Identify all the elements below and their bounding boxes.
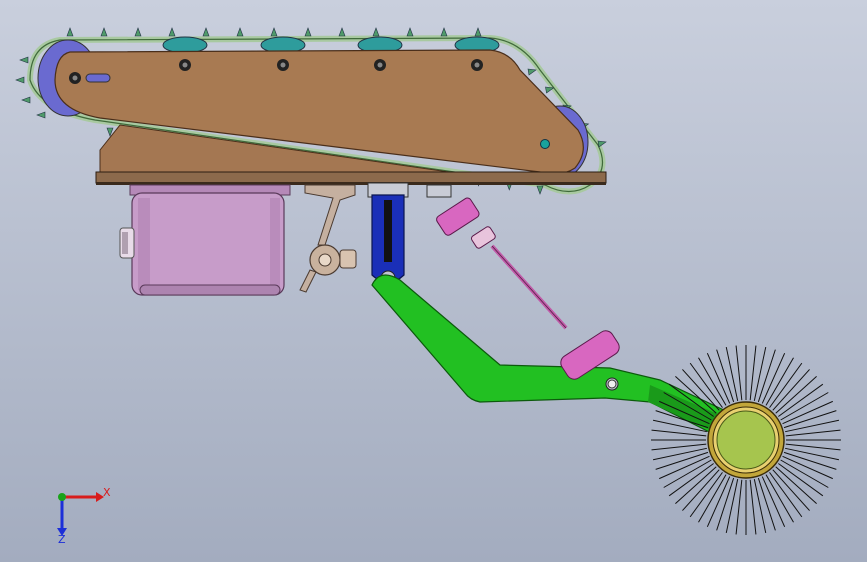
bristle <box>735 345 743 401</box>
bristle <box>735 479 743 535</box>
axle-pin <box>540 139 550 149</box>
bristle <box>778 463 824 497</box>
track-cleat <box>372 27 380 37</box>
track-cleat <box>474 27 482 37</box>
track-cleat <box>440 27 448 37</box>
track-cleat <box>19 56 29 64</box>
slide-slot <box>384 200 392 262</box>
track-cleat <box>338 27 346 37</box>
coordinate-triad: X Z <box>57 486 111 546</box>
bristle <box>769 472 803 518</box>
track-cleat <box>15 76 25 84</box>
track-assembly[interactable] <box>15 27 607 195</box>
bristle <box>775 466 817 504</box>
pivot-bracket[interactable] <box>299 184 357 293</box>
bristle <box>785 419 840 433</box>
bristle <box>682 469 720 511</box>
track-cleat <box>597 140 607 148</box>
z-axis-label: Z <box>58 533 66 546</box>
track-cleat <box>304 27 312 37</box>
base-plate[interactable] <box>95 171 607 184</box>
tensioner-slot <box>85 73 111 83</box>
track-cleat <box>100 27 108 37</box>
bristle <box>725 479 739 534</box>
bristle <box>772 369 810 411</box>
bristle <box>668 463 714 497</box>
bristle <box>785 429 841 437</box>
bristle <box>652 447 707 461</box>
motor-body[interactable] <box>131 192 285 296</box>
bristle <box>769 362 803 408</box>
bristle <box>778 383 824 417</box>
bristle <box>785 443 841 451</box>
track-cleat <box>202 27 210 37</box>
assembly-view[interactable]: X Z <box>0 0 867 562</box>
track-cleat <box>66 27 74 37</box>
track-cleat <box>527 68 537 76</box>
bristle <box>675 466 717 504</box>
bristle <box>749 479 757 535</box>
track-cleat <box>21 96 31 104</box>
bristle <box>749 345 757 401</box>
road-wheel <box>162 36 208 54</box>
x-axis-label: X <box>103 486 111 499</box>
bristle <box>775 376 817 414</box>
track-cleat <box>36 111 46 119</box>
bristle <box>651 429 707 437</box>
track-cleat <box>536 185 544 195</box>
bristle <box>753 479 767 534</box>
bristle <box>725 346 739 401</box>
track-cleat <box>270 27 278 37</box>
motor-gearbox[interactable] <box>119 184 291 296</box>
bristle <box>689 472 723 518</box>
vertical-slide[interactable] <box>367 182 409 286</box>
swing-arm[interactable] <box>371 274 746 446</box>
bristle <box>772 469 810 511</box>
bristle <box>651 443 707 451</box>
track-cleat <box>168 27 176 37</box>
brush-wheel[interactable] <box>651 345 841 535</box>
track-cleat <box>236 27 244 37</box>
track-cleat <box>406 27 414 37</box>
cad-viewport[interactable]: X Z <box>0 0 867 562</box>
bristle <box>753 346 767 401</box>
brush-hub <box>716 410 776 470</box>
track-cleat <box>134 27 142 37</box>
bristle <box>785 447 840 461</box>
